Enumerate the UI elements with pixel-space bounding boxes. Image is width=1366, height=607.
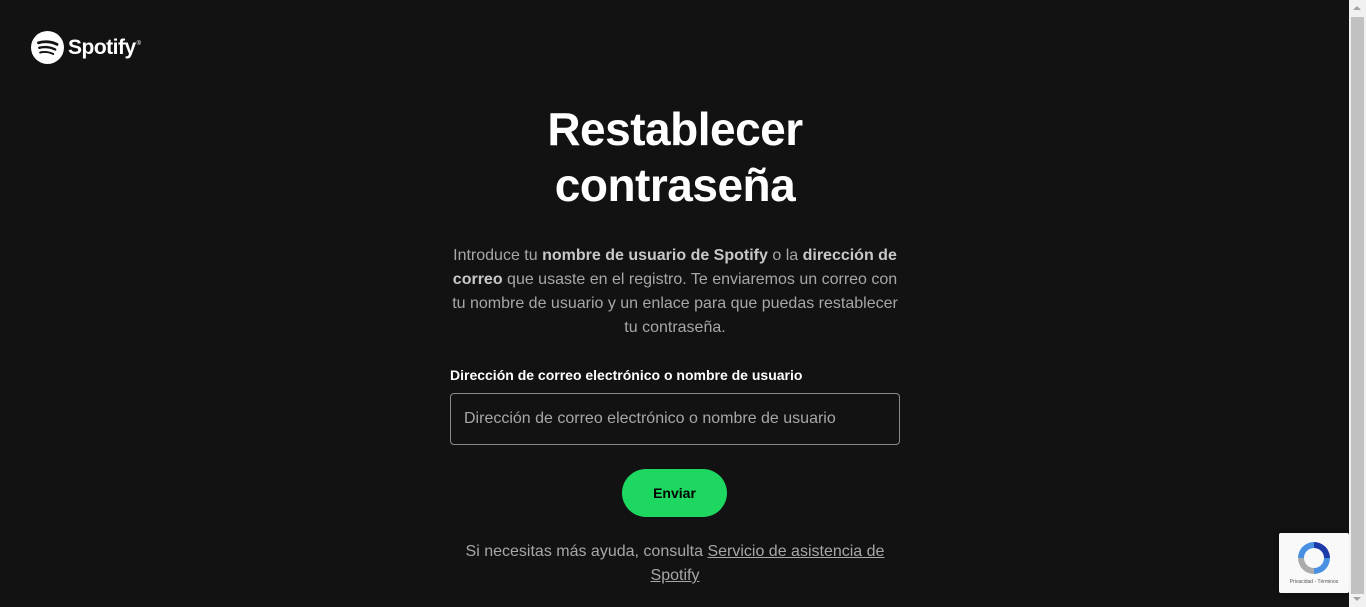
scroll-down-arrow-icon[interactable] xyxy=(1353,597,1361,601)
email-field-label: Dirección de correo electrónico o nombre… xyxy=(450,367,803,383)
recaptcha-privacy-link[interactable]: Privacidad xyxy=(1290,579,1313,585)
trademark-symbol: ® xyxy=(136,41,142,47)
intro-text-part: Introduce tu xyxy=(453,247,543,264)
spotify-icon xyxy=(31,31,64,64)
recaptcha-links: Privacidad - Términos xyxy=(1279,579,1349,585)
spotify-logo[interactable]: Spotify ® xyxy=(31,31,141,64)
recaptcha-badge[interactable]: Privacidad - Términos xyxy=(1279,533,1349,593)
intro-text-part: que usaste en el registro. Te enviaremos… xyxy=(452,271,898,336)
intro-bold-username: nombre de usuario de Spotify xyxy=(542,247,768,264)
scroll-up-arrow-icon[interactable] xyxy=(1353,6,1361,10)
scrollbar-thumb[interactable] xyxy=(1351,17,1364,594)
send-button[interactable]: Enviar xyxy=(622,469,727,517)
recaptcha-icon xyxy=(1298,542,1330,574)
page: Spotify ® Restablecer contraseña Introdu… xyxy=(0,0,1366,607)
vertical-scrollbar[interactable] xyxy=(1349,0,1366,607)
spotify-wordmark: Spotify xyxy=(68,35,136,59)
intro-text-part: o la xyxy=(767,247,803,264)
help-text: Si necesitas más ayuda, consulta Servici… xyxy=(445,540,905,588)
page-title: Restablecer contraseña xyxy=(547,103,803,211)
email-or-username-input[interactable] xyxy=(450,393,900,445)
recaptcha-terms-link[interactable]: Términos xyxy=(1317,579,1338,585)
help-text-prefix: Si necesitas más ayuda, consulta xyxy=(465,543,708,560)
intro-text: Introduce tu nombre de usuario de Spotif… xyxy=(445,244,905,340)
